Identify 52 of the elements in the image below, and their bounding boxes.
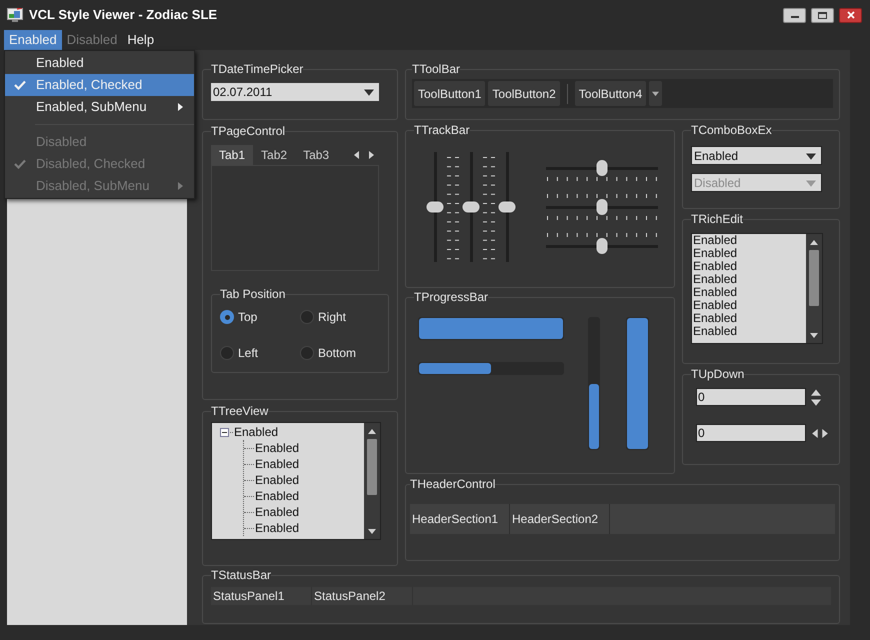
status-panel: StatusPanel1 xyxy=(211,587,312,605)
text-line: Enabled xyxy=(693,234,738,247)
header-section[interactable]: HeaderSection2 xyxy=(510,504,610,534)
menu-item[interactable]: Enabled xyxy=(5,52,194,74)
tab[interactable]: Tab2 xyxy=(253,145,296,165)
status-panel: StatusPanel2 xyxy=(312,587,413,605)
tab[interactable]: Tab3 xyxy=(295,145,338,165)
toolbar-button[interactable]: ToolButton1 xyxy=(414,81,486,106)
group-title: TUpDown xyxy=(691,367,744,381)
radio-button[interactable]: Bottom xyxy=(300,343,380,363)
text-line: Enabled xyxy=(693,299,738,312)
group-title: TComboBoxEx xyxy=(691,123,772,137)
header-section[interactable]: HeaderSection1 xyxy=(410,504,510,534)
tab[interactable]: Tab1 xyxy=(211,145,254,165)
group-title: Tab Position xyxy=(220,287,286,301)
group-title: TToolBar xyxy=(412,62,460,76)
toolbar-button[interactable]: ToolButton2 xyxy=(488,81,560,106)
tree-node[interactable]: Enabled xyxy=(254,455,300,473)
tree-node[interactable]: Enabled xyxy=(254,471,300,489)
group-title: THeaderControl xyxy=(410,477,496,491)
text-line: Enabled xyxy=(693,260,738,273)
group-title: TTreeView xyxy=(211,404,268,418)
group-title: TDateTimePicker xyxy=(211,62,304,76)
rich-edit[interactable]: Enabled Enabled Enabled Enabled Enabled Enabled Enabled Enabled xyxy=(692,234,806,343)
tree-node[interactable]: Enabled xyxy=(254,439,300,457)
window-title: VCL Style Viewer - Zodiac SLE xyxy=(29,6,218,24)
text-line: Enabled xyxy=(693,312,738,325)
group-title: TProgressBar xyxy=(414,290,488,304)
date-picker[interactable]: 02.07.2011 xyxy=(211,83,379,101)
menu-item[interactable]: Enabled, Checked xyxy=(5,74,194,96)
group-title: TTrackBar xyxy=(414,123,470,137)
group-title: TStatusBar xyxy=(211,568,272,582)
group-title: TPageControl xyxy=(211,124,286,138)
radio-button[interactable]: Top xyxy=(220,307,300,327)
text-line: Enabled xyxy=(693,325,738,338)
text-line: Enabled xyxy=(693,273,738,286)
toolbar-button[interactable]: ToolButton4 xyxy=(574,81,646,106)
tree-node[interactable]: Enabled xyxy=(233,423,280,441)
number-field[interactable]: 0 xyxy=(696,388,806,406)
radio-button[interactable]: Right xyxy=(300,307,380,327)
menu-item[interactable]: Enabled, SubMenu xyxy=(5,96,194,118)
text-line: Enabled xyxy=(693,247,738,260)
tree-node[interactable]: Enabled xyxy=(254,519,300,537)
menu-bar-item[interactable]: Help xyxy=(122,30,160,50)
text-line: Enabled xyxy=(693,286,738,299)
number-field[interactable]: 0 xyxy=(696,424,806,442)
tree-node[interactable]: Enabled xyxy=(254,503,300,521)
radio-button[interactable]: Left xyxy=(220,343,300,363)
menu-bar-item[interactable]: Enabled xyxy=(4,30,62,50)
combo-box[interactable]: Enabled xyxy=(691,146,822,165)
tree-node[interactable]: Enabled xyxy=(254,487,300,505)
group-title: TRichEdit xyxy=(691,212,744,226)
